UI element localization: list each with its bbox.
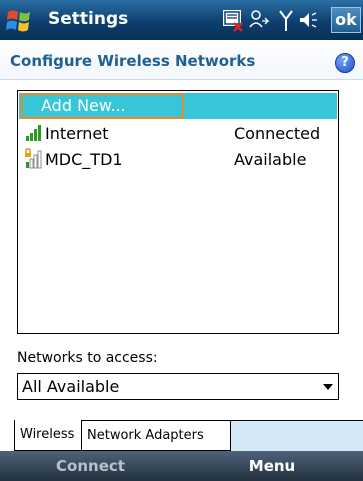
help-icon[interactable]: ? [335,53,355,73]
tab-wireless[interactable]: Wireless [14,420,82,451]
add-new-label: Add New... [41,96,126,115]
connect-softkey[interactable]: Connect [0,457,181,475]
start-flag-icon [6,10,30,32]
title-bar: Settings ok [0,0,363,40]
signal-strength-low-lock-icon [25,148,42,169]
start-button[interactable] [4,6,42,36]
page-title: Configure Wireless Networks [10,52,256,70]
tab-strip: Wireless Network Adapters [14,420,363,451]
network-name: Internet [45,124,109,143]
networks-to-access-dropdown[interactable]: All Available [17,373,339,400]
networks-to-access-label: Networks to access: [17,350,158,366]
connectivity-icon[interactable] [249,10,270,28]
network-list[interactable]: Add New... Internet Connected MDC_TD1 Av… [17,90,339,334]
page-header: Configure Wireless Networks ? [0,40,363,80]
network-status: Connected [234,124,321,143]
network-status: Available [234,150,307,169]
chevron-down-icon[interactable] [323,384,333,390]
volume-icon[interactable] [300,12,317,28]
network-name: MDC_TD1 [45,150,123,169]
window-title: Settings [48,9,129,29]
dropdown-selected-value: All Available [22,377,120,396]
list-item[interactable]: Internet Connected [19,121,337,147]
list-item[interactable]: MDC_TD1 Available [19,147,337,173]
menu-softkey[interactable]: Menu [181,457,363,475]
add-new-item[interactable]: Add New... [19,93,337,119]
tab-strip-fill [230,420,363,451]
pager-icon[interactable] [223,10,243,32]
softkey-bar: Connect Menu [0,451,363,481]
signal-strength-full-icon [26,125,41,141]
signal-antenna-icon[interactable] [279,10,293,31]
tab-network-adapters[interactable]: Network Adapters [81,420,231,451]
status-tray [220,7,320,33]
ok-button[interactable]: ok [331,7,361,33]
